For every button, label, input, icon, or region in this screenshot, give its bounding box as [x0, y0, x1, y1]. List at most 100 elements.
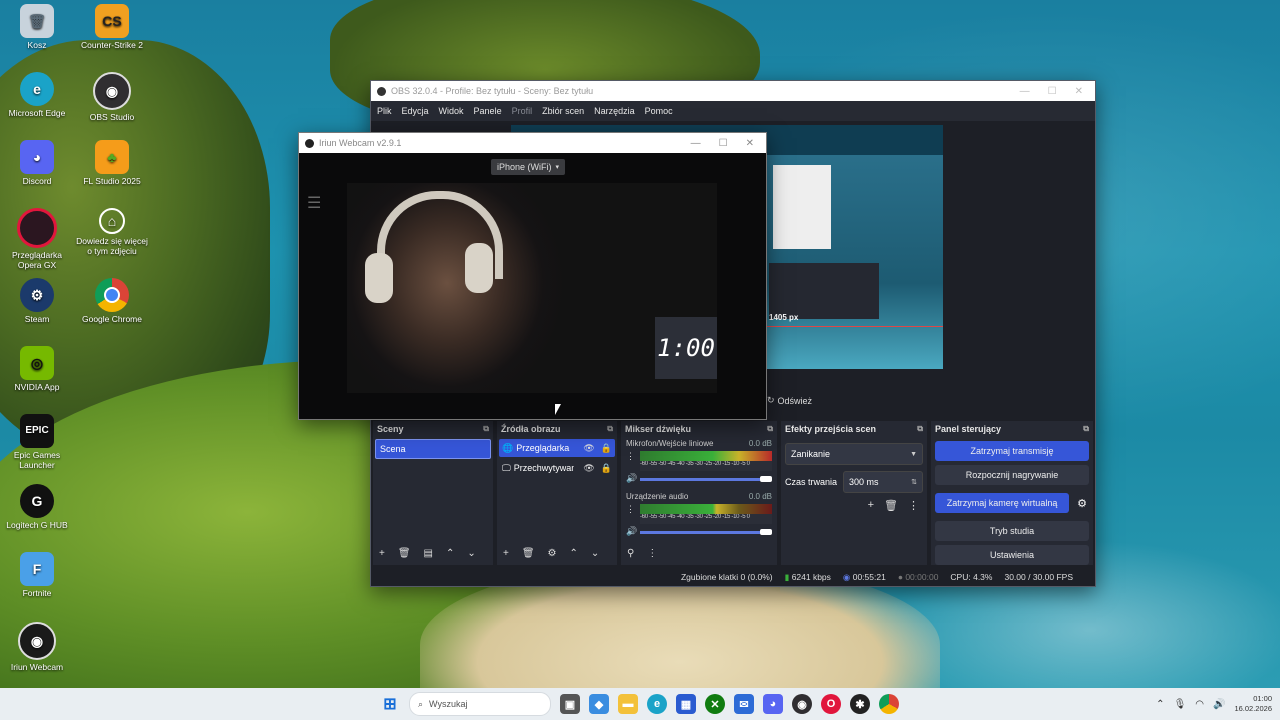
menu-widok[interactable]: Widok — [439, 106, 464, 116]
obs-icon[interactable]: ◉ — [792, 694, 812, 714]
chrome-icon[interactable] — [879, 694, 899, 714]
copilot-icon[interactable]: ◆ — [589, 694, 609, 714]
volume-slider[interactable] — [640, 527, 772, 537]
add-icon[interactable]: + — [379, 548, 385, 559]
spin-arrows-icon[interactable]: ⇅ — [911, 478, 917, 486]
duration-spinbox[interactable]: 300 ms ⇅ — [843, 471, 923, 493]
speaker-icon[interactable]: 🔊 — [626, 526, 637, 537]
taskbar-search[interactable]: ⌕ Wyszukaj — [409, 692, 551, 716]
link-icon[interactable]: ⚲ — [627, 548, 634, 559]
menu-edycja[interactable]: Edycja — [402, 106, 429, 116]
desktop-icon-fortnite[interactable]: F Fortnite — [0, 552, 74, 598]
desktop-icon-counter-strike[interactable]: CS Counter-Strike 2 — [75, 4, 149, 50]
taskbar-clock[interactable]: 01:00 16.02.2026 — [1234, 694, 1272, 714]
source-item[interactable]: 🖵 Przechwytywanie 👁 🔒 — [499, 459, 615, 477]
trash-icon[interactable]: 🗑 — [398, 548, 411, 559]
iriun-titlebar[interactable]: Iriun Webcam v2.9.1 — ☐ ✕ — [299, 133, 766, 153]
gear-icon[interactable]: ⚙ — [548, 548, 557, 559]
desktop-icon-steam[interactable]: ⚙ Steam — [0, 278, 74, 324]
menu-narzedzia[interactable]: Narzędzia — [594, 106, 635, 116]
undock-icon[interactable]: ⧉ — [607, 424, 613, 434]
desktop-icon-opera-gx[interactable]: Przeglądarka Opera GX — [0, 208, 74, 270]
wifi-icon[interactable]: ◠ — [1195, 699, 1204, 710]
source-item[interactable]: 🌐 Przeglądarka 👁 🔒 — [499, 439, 615, 457]
move-up-icon[interactable]: ⌃ — [570, 548, 578, 559]
undock-icon[interactable]: ⧉ — [1083, 424, 1089, 434]
edge-icon: e — [20, 72, 54, 106]
desktop-icon-epic-games[interactable]: EPIC Epic Games Launcher — [0, 414, 74, 470]
volume-slider[interactable] — [640, 474, 772, 484]
menu-pomoc[interactable]: Pomoc — [645, 106, 673, 116]
maximize-icon[interactable]: ☐ — [1048, 86, 1057, 97]
chevron-up-icon[interactable]: ⌃ — [1156, 699, 1164, 710]
eye-icon[interactable]: 👁 — [583, 443, 594, 454]
store-icon[interactable]: ▦ — [676, 694, 696, 714]
studio-mode-button[interactable]: Tryb studia — [935, 521, 1089, 541]
desktop-icon-discord[interactable]: ◕ Discord — [0, 140, 74, 186]
desktop-icon-edge[interactable]: e Microsoft Edge — [0, 72, 74, 118]
volume-icon[interactable]: 🔊 — [1213, 699, 1225, 710]
opera-gx-icon[interactable]: O — [821, 694, 841, 714]
add-icon[interactable]: + — [868, 499, 874, 512]
undock-icon[interactable]: ⧉ — [483, 424, 489, 434]
desktop-icon-spotlight[interactable]: ⌂ Dowiedz się więcej o tym zdjęciu — [75, 208, 149, 256]
trash-icon[interactable]: 🗑 — [884, 499, 898, 512]
start-button[interactable]: ⊞ — [380, 694, 400, 714]
undock-icon[interactable]: ⧉ — [917, 424, 923, 434]
stop-streaming-button[interactable]: Zatrzymaj transmisję — [935, 441, 1089, 461]
discord-icon[interactable]: ◕ — [763, 694, 783, 714]
desktop-icon-nvidia[interactable]: ◎ NVIDIA App — [0, 346, 74, 392]
trash-icon[interactable]: 🗑 — [522, 548, 535, 559]
maximize-icon[interactable]: ☐ — [719, 138, 728, 149]
gear-icon[interactable]: ⚙ — [1071, 497, 1093, 510]
stop-virtual-camera-button[interactable]: Zatrzymaj kamerę wirtualną — [935, 493, 1070, 513]
undock-icon[interactable]: ⧉ — [767, 424, 773, 434]
start-recording-button[interactable]: Rozpocznij nagrywanie — [935, 465, 1089, 485]
desktop-icon-iriun[interactable]: ◉ Iriun Webcam — [0, 622, 74, 672]
iriun-window-title: Iriun Webcam v2.9.1 — [319, 138, 402, 148]
menu-panele[interactable]: Panele — [474, 106, 502, 116]
edge-icon[interactable]: e — [647, 694, 667, 714]
lock-icon[interactable]: 🔒 — [601, 463, 612, 474]
menu-profil[interactable]: Profil — [512, 106, 533, 116]
move-down-icon[interactable]: ⌄ — [467, 548, 475, 559]
minimize-icon[interactable]: — — [1020, 86, 1030, 97]
lock-icon[interactable]: 🔒 — [601, 443, 612, 454]
scenes-toolbar: + 🗑 ▤ ⌃ ⌄ — [373, 541, 493, 565]
settings-button[interactable]: Ustawienia — [935, 545, 1089, 565]
kebab-menu-icon[interactable]: ⋮ — [626, 504, 635, 515]
mail-icon[interactable]: ✉ — [734, 694, 754, 714]
desktop-icon-label: Counter-Strike 2 — [81, 40, 143, 50]
close-icon[interactable]: ✕ — [746, 138, 754, 149]
desktop-icon-logitech[interactable]: G Logitech G HUB — [0, 484, 74, 530]
menu-plik[interactable]: Plik — [377, 106, 392, 116]
hamburger-menu-icon[interactable]: ☰ — [307, 193, 321, 213]
file-explorer-icon[interactable]: ▬ — [618, 694, 638, 714]
desktop-icon-obs[interactable]: ◉ OBS Studio — [75, 72, 149, 122]
task-view-icon[interactable]: ▣ — [560, 694, 580, 714]
kebab-menu-icon[interactable]: ⋮ — [647, 548, 657, 559]
desktop-icon-recycle-bin[interactable]: 🗑 Kosz — [0, 4, 74, 50]
transition-select[interactable]: Zanikanie ▼ — [785, 443, 923, 465]
move-down-icon[interactable]: ⌄ — [591, 548, 599, 559]
minimize-icon[interactable]: — — [691, 138, 701, 149]
desktop-icon-chrome[interactable]: Google Chrome — [75, 278, 149, 324]
kebab-menu-icon[interactable]: ⋮ — [908, 499, 919, 512]
filter-icon[interactable]: ▤ — [424, 548, 433, 559]
menu-zbior-scen[interactable]: Zbiór scen — [542, 106, 584, 116]
eye-icon[interactable]: 👁 — [583, 463, 594, 474]
obs-titlebar[interactable]: OBS 32.0.4 - Profile: Bez tytułu - Sceny… — [371, 81, 1095, 101]
move-up-icon[interactable]: ⌃ — [446, 548, 454, 559]
add-icon[interactable]: + — [503, 548, 509, 559]
refresh-button[interactable]: ↻ Odśwież — [767, 395, 812, 406]
counter-strike-icon: CS — [95, 4, 129, 38]
davinci-icon[interactable]: ✱ — [850, 694, 870, 714]
desktop-icon-fl-studio[interactable]: ♣ FL Studio 2025 — [75, 140, 149, 186]
close-icon[interactable]: ✕ — [1075, 86, 1083, 97]
speaker-icon[interactable]: 🔊 — [626, 473, 637, 484]
microphone-icon[interactable]: 🎙 — [1174, 699, 1187, 710]
device-select[interactable]: iPhone (WiFi) ▾ — [491, 159, 566, 175]
xbox-icon[interactable]: ✕ — [705, 694, 725, 714]
kebab-menu-icon[interactable]: ⋮ — [626, 451, 635, 462]
scene-item[interactable]: Scena — [375, 439, 491, 459]
